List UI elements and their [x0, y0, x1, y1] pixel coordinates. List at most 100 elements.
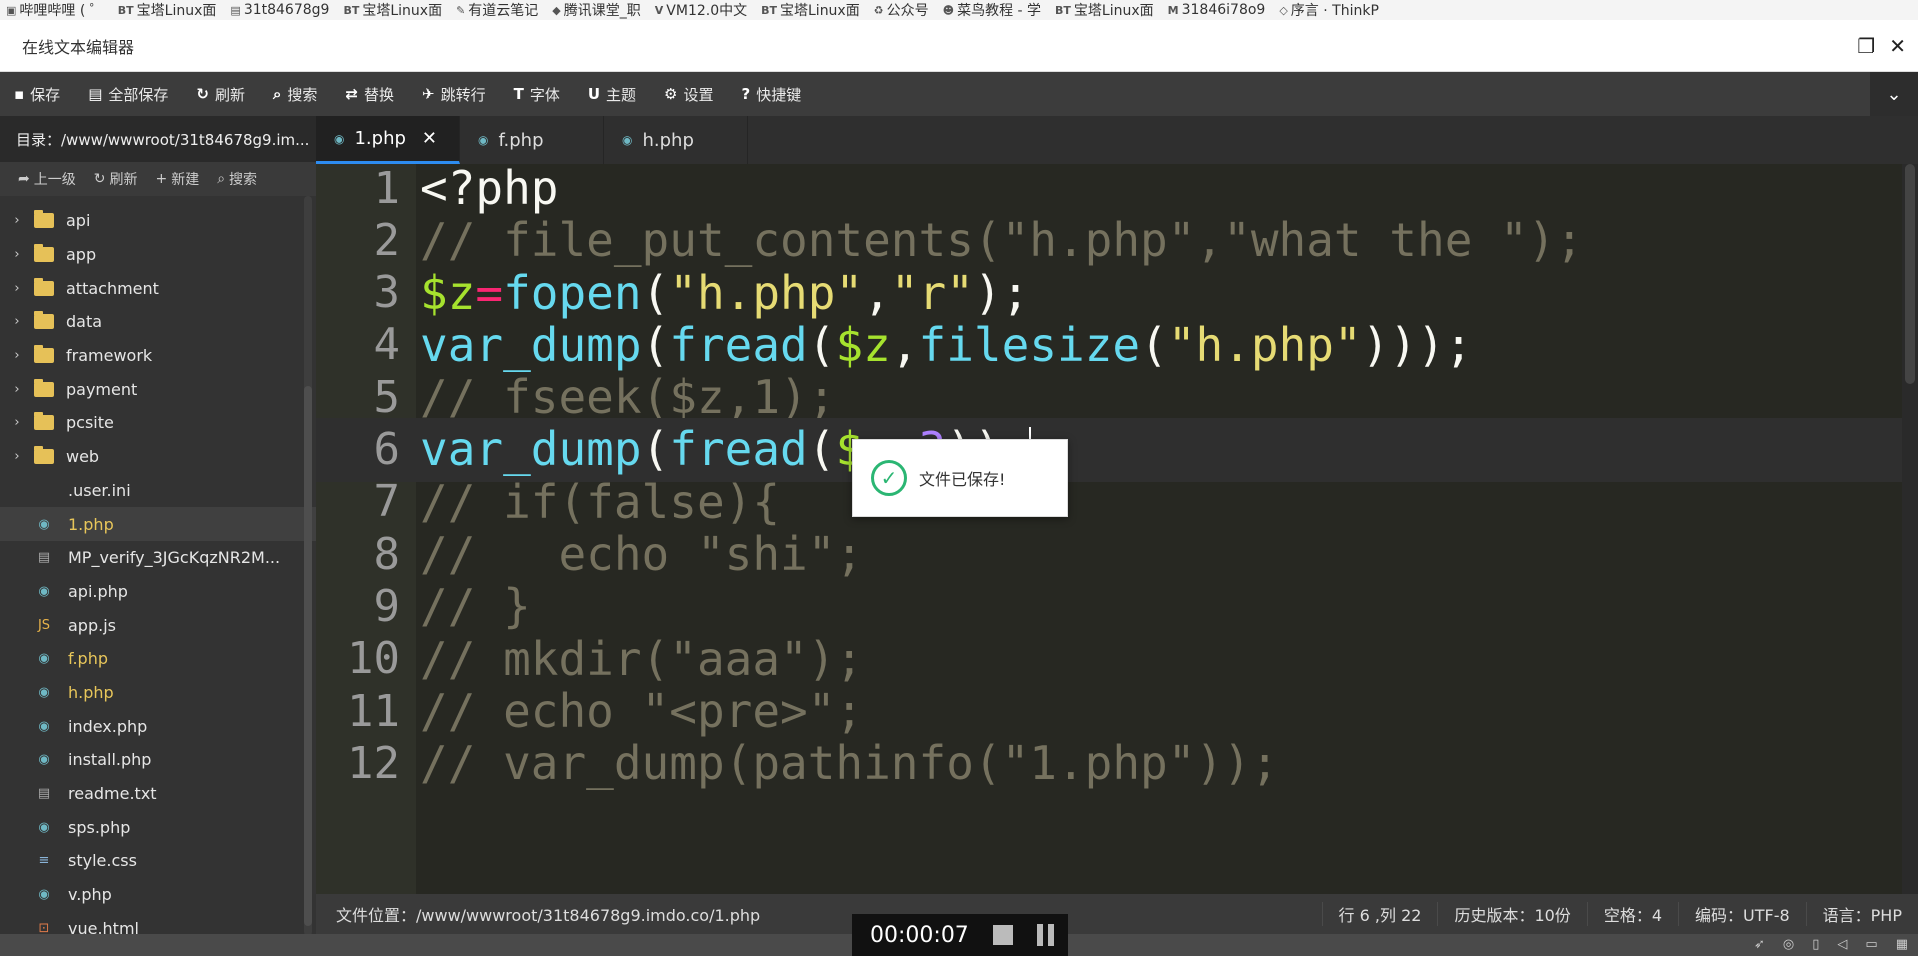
- toolbar-help-button[interactable]: ? 快捷键: [728, 72, 816, 116]
- bookmark-item[interactable]: V VM12.0中文: [655, 0, 747, 20]
- explorer-search-button[interactable]: ⌕ 搜索: [217, 169, 257, 189]
- line-number: 1: [373, 164, 401, 214]
- chevron-right-icon[interactable]: ›: [0, 281, 34, 296]
- bookmark-item[interactable]: ♻ 公众号: [874, 0, 929, 20]
- file-item[interactable]: ◉ install.php: [0, 743, 316, 777]
- file-item[interactable]: ◉ index.php: [0, 709, 316, 743]
- theme-icon: U: [587, 85, 601, 103]
- bookmark-item[interactable]: ▤ 31t84678g9: [230, 2, 329, 18]
- chevron-right-icon[interactable]: ›: [0, 213, 34, 228]
- history-versions[interactable]: 历史版本：10份: [1437, 902, 1586, 926]
- grid-icon[interactable]: ▦: [1896, 937, 1908, 952]
- file-item[interactable]: ◉ 1.php: [0, 507, 316, 541]
- plus-icon: +: [155, 171, 168, 187]
- file-item[interactable]: ◉ f.php: [0, 642, 316, 676]
- toolbar-goto-line-button[interactable]: ✈ 跳转行: [408, 72, 500, 116]
- file-encoding[interactable]: 编码：UTF-8: [1678, 902, 1806, 926]
- folder-item[interactable]: › api: [0, 204, 316, 238]
- toolbar-gear-button[interactable]: ⚙ 设置: [650, 72, 727, 116]
- toolbar-theme-button[interactable]: U 主题: [574, 72, 650, 116]
- file-item[interactable]: JS app.js: [0, 608, 316, 642]
- bookmark-label: 腾讯课堂_职: [563, 3, 641, 19]
- folder-icon: [34, 210, 54, 229]
- code-editor[interactable]: 1 <?php 2// file_put_contents("h.php","wha…: [316, 164, 1902, 894]
- stop-icon[interactable]: [992, 925, 1013, 945]
- chevron-right-icon[interactable]: ›: [0, 314, 34, 329]
- sidebar-scrollbar[interactable]: [304, 196, 312, 936]
- bookmark-item[interactable]: ◇ 序言 · ThinkP: [1279, 0, 1379, 20]
- file-item[interactable]: ≡ style.css: [0, 844, 316, 878]
- window-title: 在线文本编辑器: [22, 37, 135, 57]
- folder-item[interactable]: › web: [0, 440, 316, 474]
- toolbar-button-label: 跳转行: [440, 85, 486, 104]
- pause-icon[interactable]: [1036, 924, 1054, 946]
- code-token: "h.php": [1167, 317, 1362, 372]
- chevron-right-icon[interactable]: ›: [0, 382, 34, 397]
- tab-f-php[interactable]: ◉ f.php: [460, 116, 604, 164]
- bookmark-item[interactable]: BT 宝塔Linux面: [343, 0, 442, 20]
- folder-item[interactable]: › payment: [0, 372, 316, 406]
- tab-h-php[interactable]: ◉ h.php: [604, 116, 748, 164]
- chevron-right-icon[interactable]: ›: [0, 449, 34, 464]
- globe-icon[interactable]: ◎: [1783, 937, 1794, 952]
- line-number: 6: [373, 424, 401, 475]
- bookmark-item[interactable]: ▣ 哔哩哔哩 ( ゜: [6, 0, 104, 20]
- chevron-down-icon[interactable]: ⌄: [1870, 72, 1918, 116]
- file-language[interactable]: 语言：PHP: [1805, 902, 1918, 926]
- toolbar-font-button[interactable]: T 字体: [500, 72, 574, 116]
- code-line[interactable]: 12 // var_dump(pathinfo("1.php"));: [316, 731, 1902, 795]
- file-item[interactable]: ◉ v.php: [0, 878, 316, 912]
- bookmark-item[interactable]: ◆ 腾讯课堂_职: [552, 0, 640, 20]
- trash-icon[interactable]: ▯: [1812, 937, 1819, 952]
- chevron-right-icon[interactable]: ›: [0, 415, 34, 430]
- bookmark-item[interactable]: M 31846i78o9: [1168, 2, 1266, 18]
- line-number: 2: [373, 214, 401, 266]
- php-file-icon: ◉: [38, 752, 50, 768]
- file-item[interactable]: ◉ api.php: [0, 575, 316, 609]
- toolbar-save-button[interactable]: ▪ 保存: [0, 72, 74, 116]
- toolbar-search-button[interactable]: ⌕ 搜索: [259, 72, 331, 116]
- toolbar-button-label: 替换: [363, 85, 394, 104]
- file-name: f.php: [68, 649, 109, 669]
- chevron-right-icon[interactable]: ›: [0, 247, 34, 262]
- editor-scrollbar[interactable]: [1902, 164, 1918, 894]
- toolbar-save-all-button[interactable]: ▤ 全部保存: [74, 72, 182, 116]
- explorer-plus-button[interactable]: + 新建: [155, 169, 199, 189]
- bookmark-item[interactable]: BT 宝塔Linux面: [118, 0, 217, 20]
- toolbar-replace-button[interactable]: ⇄ 替换: [331, 72, 408, 116]
- indent-spaces[interactable]: 空格：4: [1586, 902, 1678, 926]
- screen-recorder: 00:00:07: [852, 914, 1068, 956]
- tab-1-php[interactable]: ◉ 1.php ✕: [316, 116, 460, 164]
- code-token: fread: [669, 317, 808, 372]
- file-item[interactable]: ◉ sps.php: [0, 810, 316, 844]
- bookmark-item[interactable]: BT 宝塔Linux面: [761, 0, 860, 20]
- bookmark-item[interactable]: ✎ 有道云笔记: [456, 0, 538, 20]
- toolbar-refresh-button[interactable]: ↻ 刷新: [182, 72, 259, 116]
- bookmark-item[interactable]: BT 宝塔Linux面: [1055, 0, 1154, 20]
- code-text: var_dump(fread($z,filesize("h.php")));: [420, 318, 1500, 372]
- file-item[interactable]: .user.ini: [0, 474, 316, 508]
- explorer-refresh-button[interactable]: ↻ 刷新: [94, 169, 138, 189]
- window-icon[interactable]: ▭: [1865, 937, 1877, 952]
- folder-item[interactable]: › framework: [0, 339, 316, 373]
- folder-item[interactable]: › pcsite: [0, 406, 316, 440]
- line-number: 4: [373, 319, 401, 371]
- bookmark-item[interactable]: ☻ 菜鸟教程 - 学: [943, 0, 1041, 20]
- file-item[interactable]: ▤ MP_verify_3JGcKqzNR2M...: [0, 541, 316, 575]
- save-icon: ▪: [14, 85, 25, 103]
- folder-item[interactable]: › app: [0, 238, 316, 272]
- file-item[interactable]: ◉ h.php: [0, 676, 316, 710]
- folder-item[interactable]: › attachment: [0, 271, 316, 305]
- explorer-up-button[interactable]: ➦ 上一级: [18, 169, 76, 189]
- close-icon[interactable]: ✕: [422, 128, 437, 149]
- code-token: (: [1140, 317, 1168, 372]
- rocket-icon[interactable]: ➶: [1754, 937, 1765, 952]
- folder-item[interactable]: › data: [0, 305, 316, 339]
- close-icon[interactable]: ✕: [1889, 34, 1906, 58]
- file-item[interactable]: ▤ readme.txt: [0, 777, 316, 811]
- folder-icon: [34, 311, 54, 330]
- cursor-position: 行 6 ,列 22: [1321, 902, 1438, 926]
- restore-icon[interactable]: ❐: [1857, 34, 1875, 58]
- chevron-right-icon[interactable]: ›: [0, 348, 34, 363]
- volume-icon[interactable]: ◁: [1837, 937, 1847, 952]
